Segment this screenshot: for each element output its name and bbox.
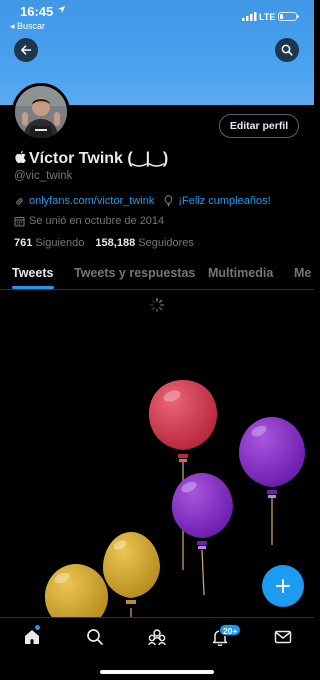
- search-button[interactable]: [275, 38, 299, 62]
- location-arrow-icon: [57, 5, 66, 14]
- following-label: Siguiendo: [35, 237, 85, 249]
- joined-date: Se unió en octubre de 2014: [29, 215, 165, 227]
- signal-strength-icon: [242, 12, 257, 21]
- home-icon: [25, 630, 39, 644]
- joined-row: Se unió en octubre de 2014: [14, 215, 164, 227]
- nav-communities[interactable]: [147, 627, 167, 652]
- home-new-indicator: [35, 625, 40, 630]
- network-type: LTE: [259, 12, 276, 22]
- status-time: 16:45: [20, 4, 54, 19]
- edit-profile-button[interactable]: Editar perfil: [219, 114, 299, 138]
- avatar[interactable]: [12, 83, 70, 141]
- balloon-purple-right: [239, 417, 305, 545]
- communities-icon: [148, 629, 166, 646]
- balloon-icon: [164, 195, 173, 207]
- tab-tweets[interactable]: Tweets: [12, 266, 53, 280]
- profile-handle: @vic_twink: [14, 170, 73, 182]
- compose-tweet-button[interactable]: [262, 565, 304, 607]
- back-button[interactable]: [14, 38, 38, 62]
- balloon-yellow-right: [102, 532, 160, 620]
- website-link[interactable]: onlyfans.com/victor_twink: [29, 195, 154, 207]
- notifications-badge: 20+: [219, 624, 242, 636]
- status-bar: 16:45 ◂ Buscar LTE: [0, 0, 314, 34]
- followers-count: 158,188: [95, 237, 136, 249]
- followers-stat[interactable]: 158,188 Seguidores: [95, 237, 201, 249]
- profile-name: Víctor Twink (‿|‿): [14, 148, 168, 168]
- following-stat[interactable]: 761 Siguiendo: [14, 237, 95, 249]
- following-count: 761: [14, 237, 33, 249]
- profile-photo: [15, 86, 67, 138]
- nav-explore[interactable]: [85, 627, 105, 652]
- search-icon: [281, 44, 293, 56]
- follow-stats: 761 Siguiendo 158,188 Seguidores: [14, 237, 202, 249]
- followers-label: Seguidores: [138, 237, 194, 249]
- active-tab-indicator: [12, 286, 54, 289]
- home-indicator: [100, 670, 214, 674]
- battery-icon: [278, 12, 299, 21]
- calendar-icon: [14, 216, 25, 227]
- balloon-purple-center: [171, 473, 233, 596]
- birthday-text: ¡Feliz cumpleaños!: [178, 195, 271, 207]
- profile-meta-links: onlyfans.com/victor_twink ¡Feliz cumplea…: [14, 195, 271, 207]
- nav-home[interactable]: [22, 627, 42, 652]
- tab-tweets-and-replies[interactable]: Tweets y respuestas: [74, 266, 195, 280]
- balloon-yellow-left: [44, 564, 109, 620]
- link-icon: [16, 197, 23, 205]
- arrow-left-icon: [21, 45, 32, 55]
- tab-likes[interactable]: Me: [294, 266, 311, 280]
- tab-media[interactable]: Multimedia: [208, 266, 273, 280]
- loading-spinner-icon: [149, 297, 165, 313]
- nav-messages[interactable]: [273, 627, 293, 652]
- apple-logo-icon: [15, 150, 26, 164]
- back-to-app-link[interactable]: ◂ Buscar: [10, 21, 45, 32]
- plus-icon: [276, 579, 290, 593]
- profile-name-text: Víctor Twink (‿|‿): [29, 150, 169, 167]
- search-icon: [87, 629, 103, 645]
- mail-icon: [274, 630, 292, 644]
